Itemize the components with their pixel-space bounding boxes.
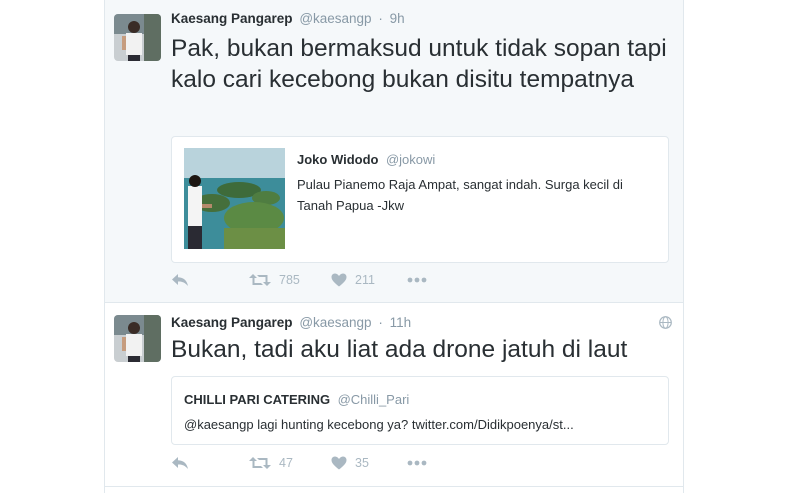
quoted-author-handle[interactable]: @Chilli_Pari bbox=[338, 392, 410, 407]
tweet-text: Pak, bukan bermaksud untuk tidak sopan t… bbox=[171, 35, 667, 93]
author-name[interactable]: Kaesang Pangarep bbox=[171, 315, 293, 330]
retweet-count: 785 bbox=[279, 273, 300, 287]
globe-icon[interactable] bbox=[659, 316, 672, 329]
avatar[interactable] bbox=[114, 14, 161, 61]
quoted-author-name[interactable]: CHILLI PARI CATERING bbox=[184, 392, 330, 407]
reply-button[interactable] bbox=[171, 273, 189, 287]
quoted-tweet[interactable]: CHILLI PARI CATERING @Chilli_Pari @kaesa… bbox=[171, 376, 669, 445]
avatar[interactable] bbox=[114, 315, 161, 362]
heart-icon bbox=[331, 456, 347, 470]
retweet-count: 47 bbox=[279, 456, 293, 470]
tweet[interactable]: Kaesang Pangarep @kaesangp · 9h Pak, buk… bbox=[105, 0, 683, 303]
reply-button[interactable] bbox=[171, 456, 189, 470]
tweet-header: Kaesang Pangarep @kaesangp · 11h bbox=[171, 315, 411, 330]
retweet-icon bbox=[249, 457, 271, 469]
more-icon bbox=[407, 277, 427, 283]
author-handle[interactable]: @kaesangp bbox=[299, 315, 371, 330]
quoted-tweet-text: Pulau Pianemo Raja Ampat, sangat indah. … bbox=[297, 177, 623, 213]
retweet-icon bbox=[249, 274, 271, 286]
reply-icon bbox=[172, 274, 188, 286]
like-count: 35 bbox=[355, 456, 369, 470]
more-button[interactable] bbox=[407, 273, 427, 287]
like-count: 211 bbox=[355, 273, 375, 287]
separator-dot: · bbox=[378, 11, 383, 26]
quoted-author-name[interactable]: Joko Widodo bbox=[297, 152, 379, 167]
quoted-author-handle[interactable]: @jokowi bbox=[386, 152, 435, 167]
timeline: Kaesang Pangarep @kaesangp · 9h Pak, buk… bbox=[104, 0, 684, 493]
tweet-actions: 47 35 bbox=[171, 456, 571, 476]
quoted-tweet-header: Joko Widodo @jokowi bbox=[297, 151, 435, 169]
quoted-tweet-text: @kaesangp lagi hunting kecebong ya? twit… bbox=[184, 417, 574, 432]
quoted-tweet-header: CHILLI PARI CATERING @Chilli_Pari bbox=[184, 391, 409, 409]
separator-dot: · bbox=[378, 315, 383, 330]
more-icon bbox=[407, 460, 427, 466]
quoted-tweet-image bbox=[184, 148, 285, 249]
timestamp[interactable]: 11h bbox=[390, 315, 412, 330]
retweet-button[interactable]: 785 bbox=[249, 273, 300, 287]
like-button[interactable]: 211 bbox=[331, 273, 375, 287]
heart-icon bbox=[331, 273, 347, 287]
tweet[interactable]: Kaesang Pangarep @kaesangp · 11h Bukan, … bbox=[105, 304, 683, 487]
tweet-text: Bukan, tadi aku liat ada drone jatuh di … bbox=[171, 336, 628, 363]
tweet-header: Kaesang Pangarep @kaesangp · 9h bbox=[171, 11, 405, 26]
like-button[interactable]: 35 bbox=[331, 456, 369, 470]
author-handle[interactable]: @kaesangp bbox=[299, 11, 371, 26]
quoted-tweet[interactable]: Joko Widodo @jokowi Pulau Pianemo Raja A… bbox=[171, 136, 669, 263]
more-button[interactable] bbox=[407, 456, 427, 470]
reply-icon bbox=[172, 457, 188, 469]
timestamp[interactable]: 9h bbox=[390, 11, 405, 26]
tweet-actions: 785 211 bbox=[171, 273, 571, 293]
author-name[interactable]: Kaesang Pangarep bbox=[171, 11, 293, 26]
retweet-button[interactable]: 47 bbox=[249, 456, 293, 470]
